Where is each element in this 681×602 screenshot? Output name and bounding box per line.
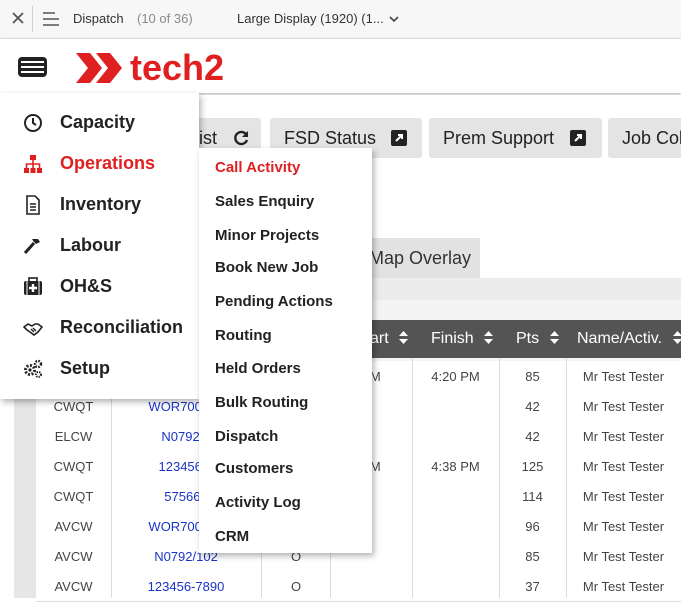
menu-item-label: Setup	[60, 358, 111, 378]
submenu-item-customers[interactable]: Customers	[215, 460, 293, 477]
menu-item-label: Capacity	[60, 112, 136, 132]
document-icon	[26, 195, 40, 215]
cell-finish: 4:38 PM	[431, 459, 480, 474]
window-topbar: Dispatch (10 of 36) Large Display (1920)…	[0, 0, 681, 39]
handshake-icon	[23, 323, 43, 336]
menu-item-label: OH&S	[60, 276, 113, 296]
map-overlay-label: Map Overlay	[369, 248, 472, 268]
column-divider	[412, 358, 413, 598]
operations-submenu: Call Activity Sales Enquiry Minor Projec…	[199, 148, 372, 553]
external-link-icon	[391, 130, 407, 146]
cell-code: AVCW	[54, 519, 93, 534]
fsd-status-label: FSD Status	[284, 128, 377, 148]
cell-name: Mr Test Tester	[582, 429, 665, 444]
cell-pts: 85	[525, 369, 540, 384]
column-divider	[499, 358, 500, 598]
column-header-name[interactable]: Name/Activ.	[566, 320, 681, 358]
cell-name: Mr Test Tester	[582, 369, 665, 384]
submenu-item-activity-log[interactable]: Activity Log	[215, 494, 301, 511]
prem-support-label: Prem Support	[443, 128, 555, 148]
cell-code: AVCW	[54, 579, 93, 594]
hamburger-menu-icon[interactable]	[17, 56, 48, 78]
job-col-button[interactable]: Job Col	[608, 118, 681, 158]
cell-name: Mr Test Tester	[582, 579, 665, 594]
side-menu: Capacity Operations Inventory Labour OH&…	[0, 93, 199, 399]
cell-name: Mr Test Tester	[582, 519, 665, 534]
page-title: Dispatch	[73, 11, 124, 26]
cell-code: CWQT	[53, 489, 94, 504]
cell-name: Mr Test Tester	[582, 459, 665, 474]
sort-icon	[399, 331, 409, 344]
menu-item-reconciliation[interactable]: Reconciliation	[0, 309, 199, 345]
menu-item-label: Reconciliation	[60, 317, 184, 337]
job-col-label: Job Col	[622, 128, 681, 148]
cell-o: O	[290, 579, 302, 594]
menu-item-ohs[interactable]: OH&S	[0, 268, 199, 304]
cell-finish: 4:20 PM	[431, 369, 480, 384]
list-menu-icon[interactable]	[42, 11, 60, 27]
submenu-item-minor-projects[interactable]: Minor Projects	[215, 227, 319, 244]
menu-item-label: Inventory	[60, 194, 142, 214]
chevron-down-icon[interactable]	[388, 13, 400, 25]
column-header-finish[interactable]: Finish	[412, 320, 499, 358]
cell-pts: 37	[525, 579, 540, 594]
submenu-item-crm[interactable]: CRM	[215, 528, 249, 545]
cell-code: AVCW	[54, 549, 93, 564]
menu-item-inventory[interactable]: Inventory	[0, 186, 199, 222]
divider	[32, 6, 33, 32]
app-header: tech2	[0, 39, 681, 93]
cell-pts: 42	[525, 429, 540, 444]
cell-code: ELCW	[54, 429, 93, 444]
menu-item-setup[interactable]: Setup	[0, 350, 199, 386]
org-chart-icon	[24, 155, 42, 173]
cell-pts: 96	[525, 519, 540, 534]
submenu-item-bulk-routing[interactable]: Bulk Routing	[215, 394, 308, 411]
cell-pts: 85	[525, 549, 540, 564]
hammer-icon	[23, 239, 40, 255]
sort-icon	[672, 331, 681, 344]
submenu-item-dispatch[interactable]: Dispatch	[215, 428, 278, 445]
clock-icon	[24, 114, 42, 132]
cell-ref[interactable]: 123456-7890	[111, 579, 261, 594]
sort-icon	[484, 331, 494, 344]
cell-pts: 114	[522, 489, 543, 504]
page-count: (10 of 36)	[137, 11, 193, 26]
column-header-finish-label: Finish	[431, 330, 474, 347]
gears-icon	[24, 359, 43, 378]
cell-name: Mr Test Tester	[582, 549, 665, 564]
prem-support-button[interactable]: Prem Support	[429, 118, 602, 158]
submenu-item-call-activity[interactable]: Call Activity	[215, 159, 300, 176]
close-icon[interactable]	[10, 10, 26, 26]
refresh-icon	[234, 130, 249, 146]
cell-name: Mr Test Tester	[582, 489, 665, 504]
external-link-icon	[570, 130, 586, 146]
submenu-item-book-new-job[interactable]: Book New Job	[215, 259, 318, 276]
menu-item-label: Operations	[60, 153, 156, 173]
cell-code: CWQT	[53, 459, 94, 474]
submenu-item-held-orders[interactable]: Held Orders	[215, 360, 301, 377]
menu-item-label: Labour	[60, 235, 121, 255]
submenu-item-routing[interactable]: Routing	[215, 327, 272, 344]
submenu-item-sales-enquiry[interactable]: Sales Enquiry	[215, 193, 314, 210]
column-header-name-label: Name/Activ.	[577, 330, 663, 347]
cell-pts: 125	[521, 459, 544, 474]
first-aid-kit-icon	[24, 277, 42, 295]
menu-item-capacity[interactable]: Capacity	[0, 104, 199, 140]
submenu-item-pending-actions[interactable]: Pending Actions	[215, 293, 333, 310]
tech2-logo: tech2	[76, 48, 224, 88]
menu-item-labour[interactable]: Labour	[0, 227, 199, 263]
cell-code: CWQT	[53, 399, 94, 414]
display-select[interactable]: Large Display (1920) (1...	[237, 11, 384, 26]
sort-icon	[549, 331, 559, 344]
svg-text:tech2: tech2	[130, 48, 224, 88]
column-header-pts[interactable]: Pts	[499, 320, 566, 358]
menu-item-operations[interactable]: Operations	[0, 145, 199, 181]
table-row[interactable]: AVCW 123456-7890 O 37 Mr Test Tester	[36, 571, 681, 602]
column-header-pts-label: Pts	[516, 330, 540, 347]
cell-name: Mr Test Tester	[582, 399, 665, 414]
column-divider	[566, 358, 567, 598]
cell-pts: 42	[525, 399, 540, 414]
